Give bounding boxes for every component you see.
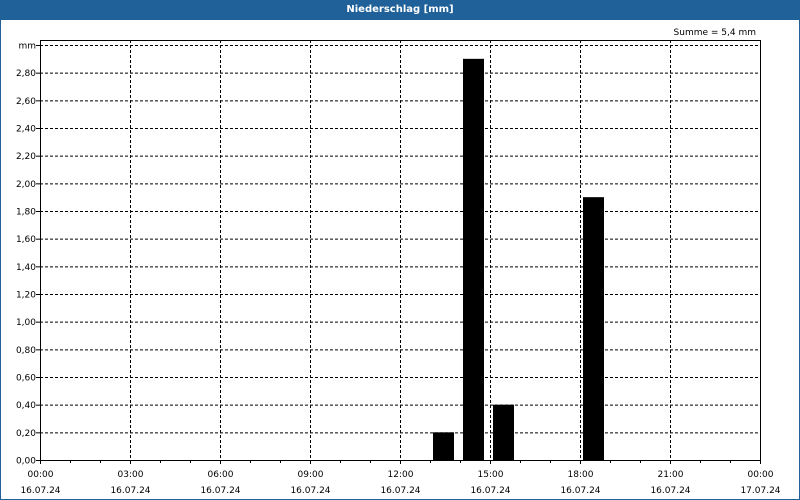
y-tick-label: mm bbox=[18, 42, 36, 52]
bar-18h bbox=[583, 197, 604, 460]
y-tick-label: 0,60 bbox=[16, 374, 36, 384]
bar-13h bbox=[433, 432, 454, 460]
x-tick-time: 09:00 bbox=[298, 470, 324, 480]
y-tick-label: 0,40 bbox=[16, 401, 36, 411]
sum-label: Summe = 5,4 mm bbox=[674, 28, 756, 38]
bar-15h bbox=[493, 404, 514, 460]
x-tick-date: 16.07.24 bbox=[20, 486, 60, 496]
x-tick-date: 16.07.24 bbox=[650, 486, 690, 496]
y-tick-label: 2,40 bbox=[16, 125, 36, 135]
x-tick-time: 21:00 bbox=[658, 470, 684, 480]
y-tick-label: 0,00 bbox=[16, 457, 36, 467]
y-tick-label: 1,60 bbox=[16, 235, 36, 245]
y-tick-label: 2,80 bbox=[16, 69, 36, 79]
x-tick-time: 00:00 bbox=[748, 470, 774, 480]
x-tick-date: 16.07.24 bbox=[200, 486, 240, 496]
bar-14h bbox=[463, 58, 484, 460]
x-tick-time: 00:00 bbox=[28, 470, 54, 480]
y-tick-label: 1,80 bbox=[16, 208, 36, 218]
x-tick-date: 16.07.24 bbox=[110, 486, 150, 496]
y-tick-label: 2,60 bbox=[16, 97, 36, 107]
y-tick-label: 1,40 bbox=[16, 263, 36, 273]
y-tick-label: 2,20 bbox=[16, 152, 36, 162]
y-tick-label: 0,20 bbox=[16, 429, 36, 439]
x-tick-time: 15:00 bbox=[478, 470, 504, 480]
y-tick-label: 0,80 bbox=[16, 346, 36, 356]
x-tick-time: 03:00 bbox=[118, 470, 144, 480]
x-tick-time: 18:00 bbox=[568, 470, 594, 480]
precipitation-chart: 0,00 0,20 0,40 0,60 0,80 1,00 1,20 1,40 1,60 1,80… bbox=[16, 28, 781, 496]
x-tick-time: 06:00 bbox=[208, 470, 234, 480]
x-tick-date: 16.07.24 bbox=[290, 486, 330, 496]
x-tick-date: 16.07.24 bbox=[380, 486, 420, 496]
y-tick-label: 1,20 bbox=[16, 291, 36, 301]
y-tick-label: 1,00 bbox=[16, 318, 36, 328]
x-tick-date: 17.07.24 bbox=[740, 486, 780, 496]
x-tick-date: 16.07.24 bbox=[470, 486, 510, 496]
x-tick-date: 16.07.24 bbox=[560, 486, 600, 496]
y-tick-label: 2,00 bbox=[16, 180, 36, 190]
x-tick-time: 12:00 bbox=[388, 470, 414, 480]
